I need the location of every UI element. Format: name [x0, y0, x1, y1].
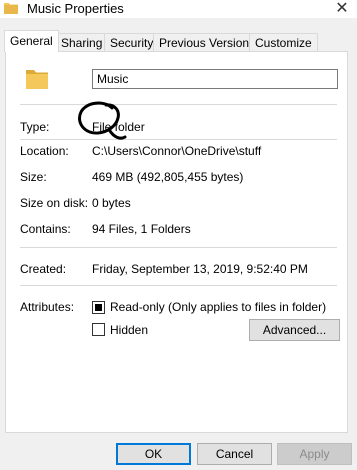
readonly-checkbox[interactable] [92, 301, 105, 314]
created-value: Friday, September 13, 2019, 9:52:40 PM [92, 262, 308, 276]
separator [20, 104, 337, 105]
apply-button[interactable]: Apply [277, 443, 352, 465]
tab-general[interactable]: General [4, 30, 59, 52]
contains-label: Contains: [20, 222, 71, 236]
ok-button[interactable]: OK [116, 443, 191, 465]
location-value: C:\Users\Connor\OneDrive\stuff [92, 144, 262, 158]
location-label: Location: [20, 144, 69, 158]
contains-value: 94 Files, 1 Folders [92, 222, 191, 236]
close-icon[interactable]: ✕ [331, 0, 353, 18]
readonly-label[interactable]: Read-only (Only applies to files in fold… [110, 300, 326, 314]
separator [20, 139, 337, 140]
size-value: 469 MB (492,805,455 bytes) [92, 170, 244, 184]
window-title: Music Properties [27, 1, 124, 16]
cancel-button[interactable]: Cancel [197, 443, 272, 465]
hidden-label[interactable]: Hidden [110, 323, 148, 337]
title-bar: Music Properties ✕ [0, 0, 357, 18]
size-on-disk-value: 0 bytes [92, 196, 131, 210]
tab-previous-versions[interactable]: Previous Versions [153, 33, 262, 51]
separator [20, 285, 337, 286]
size-on-disk-label: Size on disk: [20, 196, 89, 210]
folder-name-input[interactable] [92, 69, 338, 89]
created-label: Created: [20, 262, 67, 276]
tab-security[interactable]: Security [104, 33, 160, 51]
tab-strip: General Sharing Security Previous Versio… [4, 30, 354, 52]
type-value: File folder [92, 120, 145, 134]
folder-icon [4, 3, 18, 14]
advanced-button[interactable]: Advanced... [249, 319, 340, 341]
hidden-checkbox[interactable] [92, 323, 105, 336]
tab-sharing[interactable]: Sharing [55, 33, 109, 51]
separator [20, 247, 337, 248]
folder-icon [26, 70, 48, 89]
type-label: Type: [20, 120, 50, 134]
attributes-label: Attributes: [20, 300, 75, 314]
tab-customize[interactable]: Customize [249, 33, 318, 51]
size-label: Size: [20, 170, 47, 184]
general-panel: Type: File folder Location: C:\Users\Con… [5, 51, 348, 433]
